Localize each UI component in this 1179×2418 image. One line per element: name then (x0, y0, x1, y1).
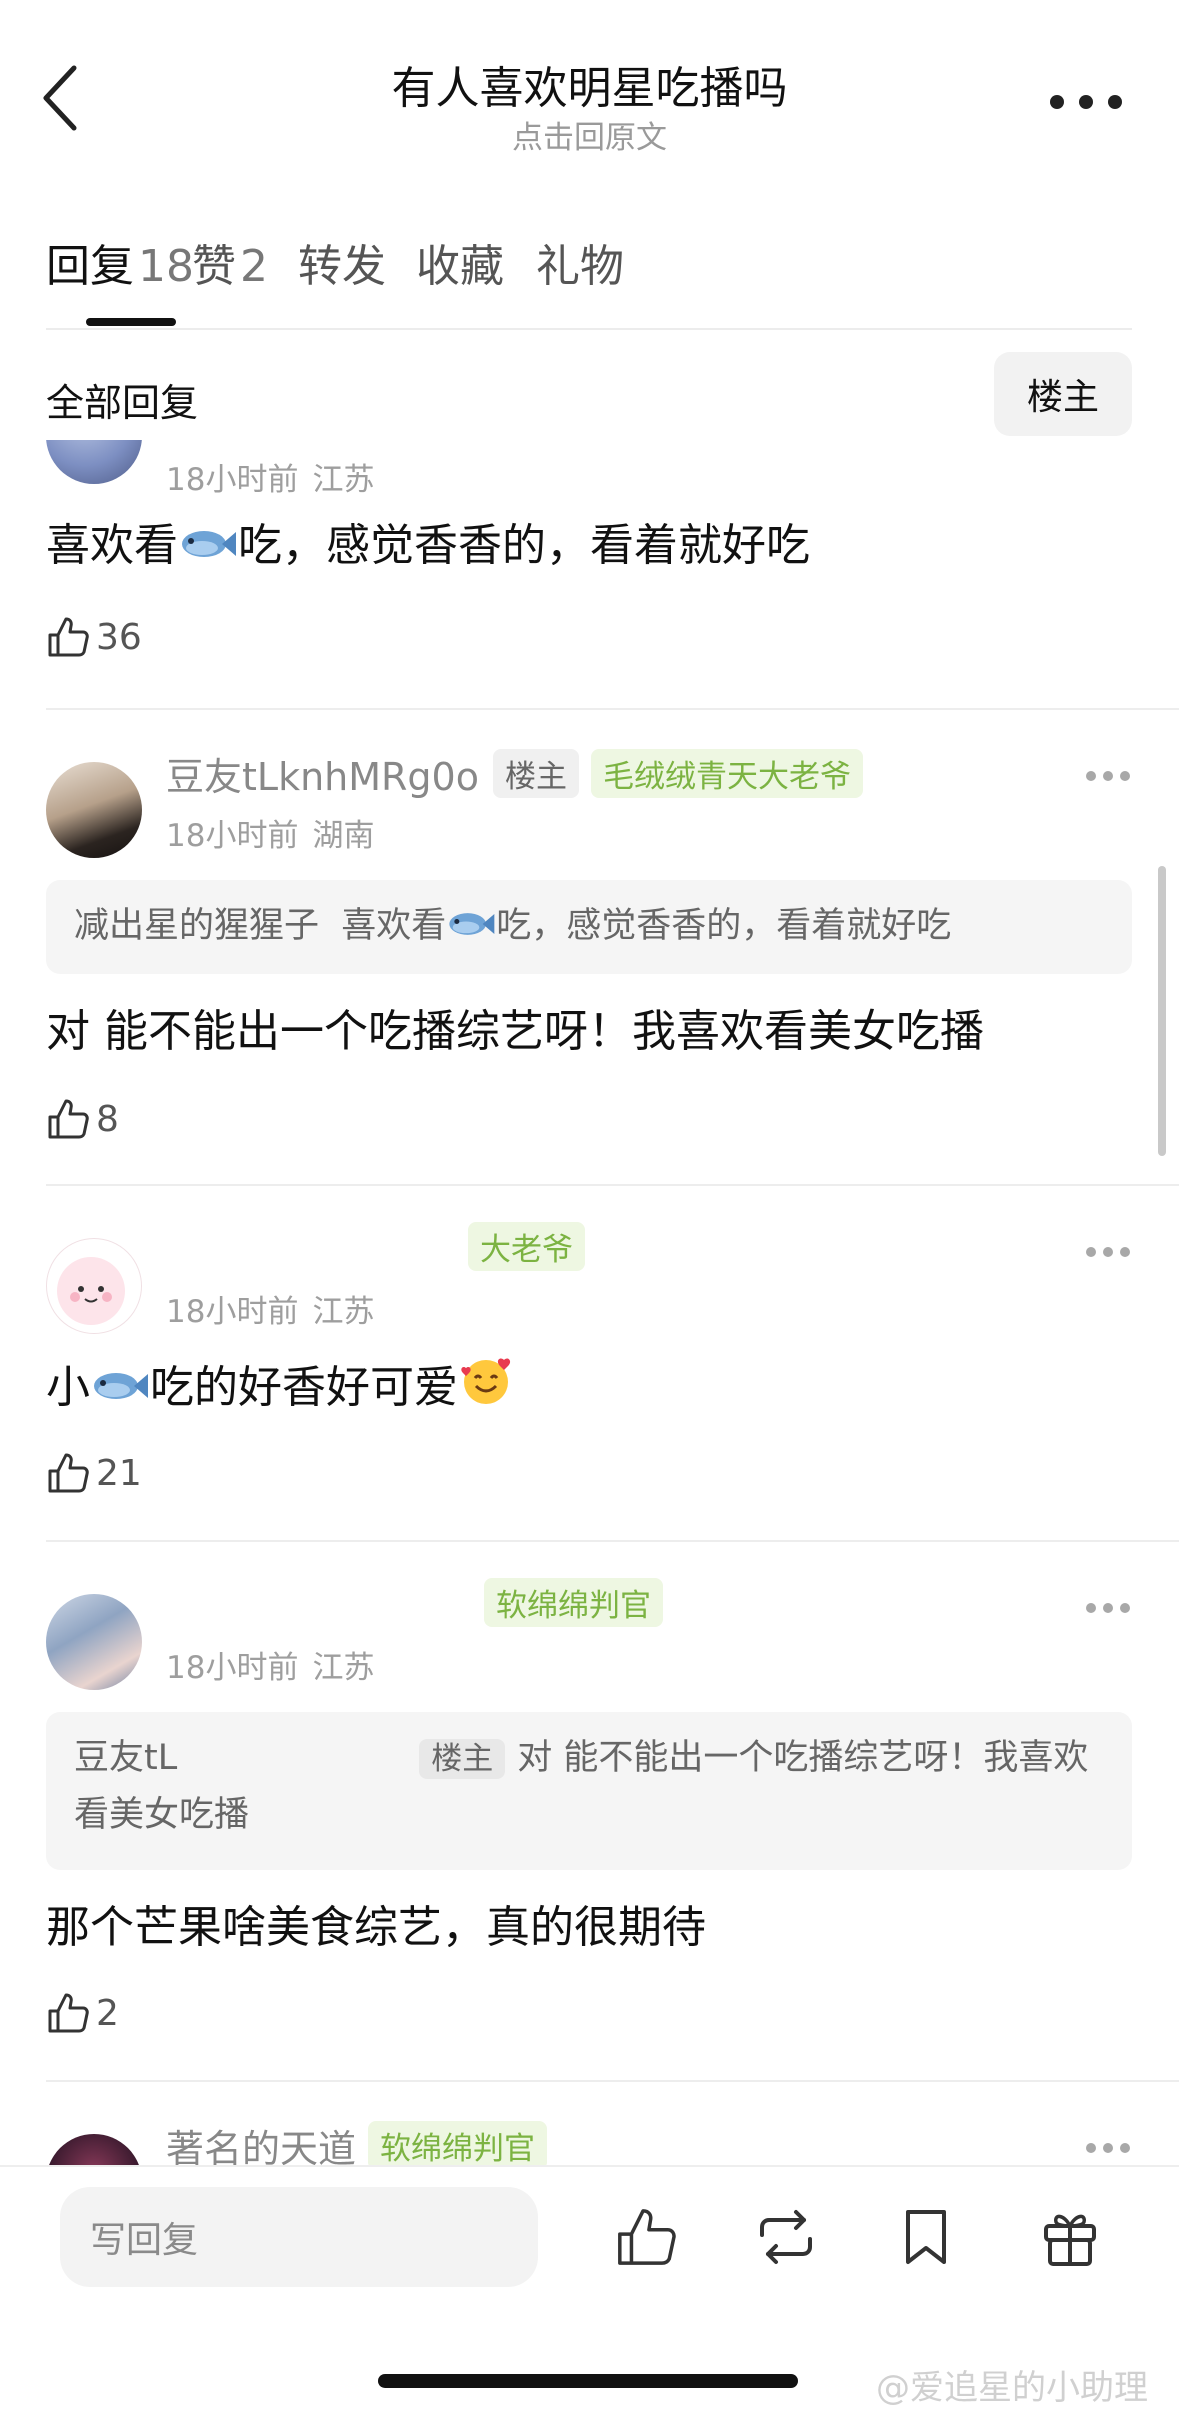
thumb-up-icon (48, 1099, 89, 1139)
like-post-button[interactable] (606, 2197, 686, 2277)
thumb-up-icon (48, 617, 89, 657)
comment-time: 18小时前 (166, 818, 299, 854)
comment-username[interactable]: 豆友tLknhMRg0o (166, 746, 479, 801)
op-badge: 楼主 (419, 1739, 506, 1779)
tab-gifts-label: 礼物 (536, 241, 624, 292)
comment-more-icon[interactable] (1086, 1602, 1130, 1614)
thumb-up-icon (48, 1993, 89, 2033)
user-title-badge: 软绵绵判官 (368, 2121, 548, 2165)
tab-favorites[interactable]: 收藏 (416, 230, 504, 294)
tabs-divider (46, 328, 1132, 330)
quoted-reply[interactable]: 豆友tL 楼主对 能不能出一个吃播综艺呀！我喜欢看美女吃播 (46, 1712, 1132, 1870)
comment-meta: 18小时前 江苏 (166, 1642, 374, 1687)
avatar[interactable] (46, 2134, 142, 2165)
tab-replies-count: 18 (138, 241, 194, 292)
tab-favorites-label: 收藏 (416, 241, 504, 292)
thumb-up-icon (618, 2209, 676, 2265)
comment-meta: 18小时前 江苏 (166, 1286, 374, 1331)
comment-time: 18小时前 (166, 1294, 299, 1330)
comment-item: 18小时前 江苏 喜欢看 吃，感觉香香的，看着就好吃 36 (0, 440, 1179, 710)
tab-gifts[interactable]: 礼物 (536, 230, 624, 294)
comment-time: 18小时前 (166, 1650, 299, 1686)
tab-likes-label: 赞 (192, 241, 236, 292)
comment-list: 18小时前 江苏 喜欢看 吃，感觉香香的，看着就好吃 36 豆友tLknhMRg0o… (0, 440, 1179, 2165)
comment-text[interactable]: 喜欢看 吃，感觉香香的，看着就好吃 (46, 516, 1136, 576)
fish-emoji-icon (449, 913, 495, 935)
tab-replies[interactable]: 回复18 (46, 230, 194, 294)
fish-emoji-icon (94, 1373, 148, 1399)
like-count: 2 (96, 1992, 119, 2034)
comment-more-icon[interactable] (1086, 770, 1130, 782)
op-only-filter-button[interactable]: 楼主 (994, 352, 1132, 436)
comment-username-row: 豆友tLknhMRg0o 楼主 毛绒绒青天大老爷 (166, 746, 863, 801)
bookmark-icon (906, 2210, 946, 2264)
back-to-original-link[interactable]: 点击回原文 (0, 112, 1179, 157)
comment-username-row: 大老爷 (166, 1222, 585, 1271)
gift-icon (1044, 2214, 1096, 2266)
avatar[interactable] (46, 440, 142, 484)
tab-likes-count: 2 (240, 241, 268, 292)
op-badge: 楼主 (492, 749, 579, 798)
more-icon[interactable] (1050, 90, 1122, 114)
like-count: 36 (96, 616, 142, 658)
comment-meta: 18小时前 湖南 (166, 810, 374, 855)
comment-item: 豆友tLknhMRg0o 楼主 毛绒绒青天大老爷 18小时前 湖南 减出星的猩猩子… (0, 710, 1179, 1186)
repost-button[interactable] (746, 2197, 826, 2277)
avatar[interactable] (46, 1238, 142, 1334)
quoted-username: 减出星的猩猩子 (74, 906, 320, 946)
user-title-badge: 大老爷 (468, 1222, 585, 1271)
like-count: 8 (96, 1098, 119, 1140)
comment-username-row: 软绵绵判官 (166, 1578, 663, 1627)
quoted-reply[interactable]: 减出星的猩猩子 喜欢看 吃，感觉香香的，看着就好吃 (46, 880, 1132, 974)
like-count: 21 (96, 1452, 142, 1494)
comment-more-icon[interactable] (1086, 2142, 1130, 2154)
cartoon-avatar-icon (57, 1257, 125, 1325)
avatar[interactable] (46, 1594, 142, 1690)
quoted-text: 对 能不能出一个吃播综艺呀！我喜欢看美女吃播 (74, 1738, 1089, 1835)
all-replies-label: 全部回复 (46, 381, 199, 425)
repost-icon (760, 2210, 812, 2264)
user-title-badge: 毛绒绒青天大老爷 (590, 749, 863, 798)
comment-meta: 18小时前 江苏 (166, 454, 374, 499)
comment-text[interactable]: 对 能不能出一个吃播综艺呀！我喜欢看美女吃播 (46, 1002, 1136, 1062)
quoted-username: 豆友tL (74, 1738, 178, 1778)
comment-location: 江苏 (312, 1650, 375, 1686)
smiling-hearts-emoji-icon (461, 1358, 511, 1404)
gift-button[interactable] (1030, 2197, 1110, 2277)
like-button[interactable]: 2 (46, 1988, 119, 2038)
comment-more-icon[interactable] (1086, 1246, 1130, 1258)
tab-reposts[interactable]: 转发 (298, 230, 386, 294)
thumb-up-icon (48, 1453, 89, 1493)
scrollbar[interactable] (1158, 866, 1166, 1156)
home-indicator (378, 2374, 798, 2388)
tab-reposts-label: 转发 (298, 241, 386, 292)
active-tab-indicator (86, 318, 176, 326)
comment-location: 江苏 (312, 1294, 375, 1330)
tab-likes[interactable]: 赞2 (192, 230, 268, 294)
comment-item: 著名的天道 软绵绵判官 (0, 2082, 1179, 2165)
like-button[interactable]: 36 (46, 612, 142, 662)
tab-replies-label: 回复 (46, 241, 134, 292)
like-button[interactable]: 21 (46, 1448, 142, 1498)
comment-item: 软绵绵判官 18小时前 江苏 豆友tL 楼主对 能不能出一个吃播综艺呀！我喜欢看美女… (0, 1542, 1179, 2080)
comment-location: 江苏 (312, 462, 375, 498)
top-nav-bar: 有人喜欢明星吃播吗 点击回原文 (0, 0, 1179, 200)
comment-username[interactable]: 著名的天道 (166, 2118, 356, 2165)
post-title[interactable]: 有人喜欢明星吃播吗 (0, 52, 1179, 116)
reply-input[interactable]: 写回复 (60, 2187, 538, 2287)
comment-text[interactable]: 小吃的好香好可爱 (46, 1352, 1136, 1418)
comment-item: 大老爷 18小时前 江苏 小吃的好香好可爱 21 (0, 1186, 1179, 1542)
bookmark-button[interactable] (886, 2197, 966, 2277)
watermark: @爱追星的小助理 (876, 2368, 1148, 2408)
comment-time: 18小时前 (166, 462, 299, 498)
like-button[interactable]: 8 (46, 1094, 119, 1144)
comment-location: 湖南 (312, 818, 375, 854)
user-title-badge: 软绵绵判官 (484, 1578, 663, 1627)
fish-emoji-icon (182, 531, 236, 557)
tab-bar: 回复18 赞2 转发 收藏 礼物 (46, 230, 1136, 330)
comment-text[interactable]: 那个芒果啥美食综艺，真的很期待 (46, 1898, 1136, 1958)
avatar[interactable] (46, 762, 142, 858)
comment-username-row: 著名的天道 软绵绵判官 (166, 2118, 548, 2165)
